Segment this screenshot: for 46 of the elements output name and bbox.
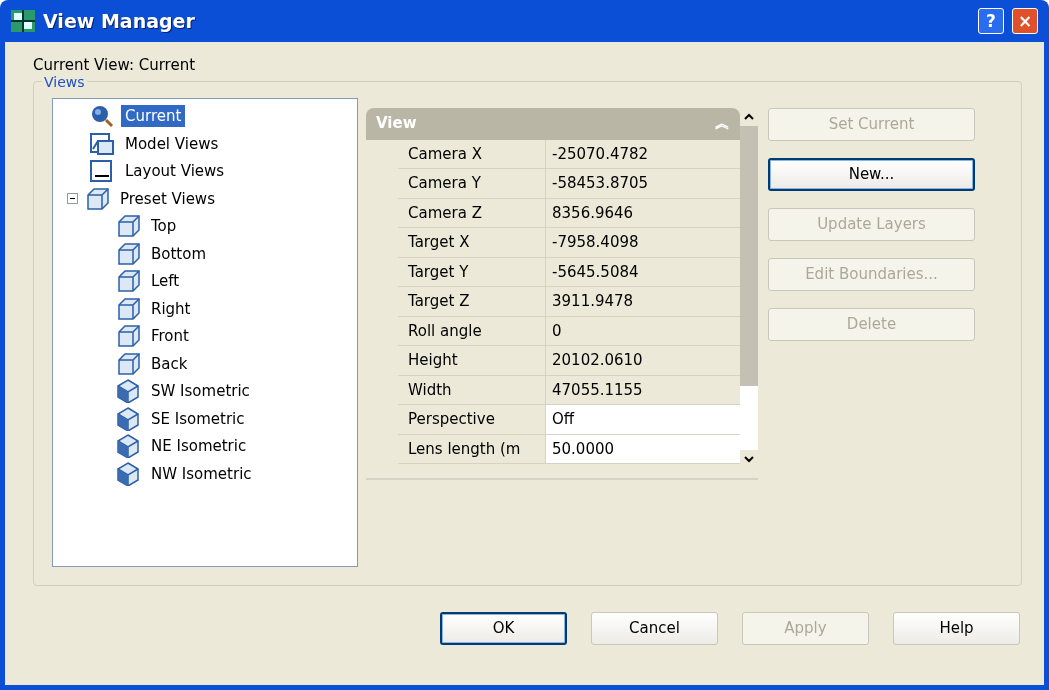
tree-item[interactable]: NE Isometric — [147, 435, 251, 458]
cube-icon — [115, 379, 141, 404]
tree-item[interactable]: Layout Views — [121, 160, 229, 183]
tree-item[interactable]: Preset Views — [116, 187, 219, 210]
dialog-button: Apply — [742, 611, 869, 645]
cube-icon — [115, 269, 141, 294]
cube-icon — [115, 241, 141, 266]
tree-item[interactable]: Current — [121, 105, 186, 128]
tree-item[interactable]: Left — [147, 270, 184, 293]
cube-icon — [115, 296, 141, 321]
window-icon — [89, 131, 115, 156]
help-button[interactable]: ? — [978, 8, 1004, 34]
property-value[interactable]: Off — [546, 405, 740, 434]
dialog-button[interactable]: Help — [893, 611, 1020, 645]
tree-item[interactable]: Top — [147, 215, 181, 238]
dialog-button[interactable]: New... — [768, 157, 975, 191]
cube-icon — [115, 324, 141, 349]
cube-icon — [115, 461, 141, 486]
dialog-button[interactable]: OK — [440, 611, 567, 645]
property-value[interactable]: 50.0000 — [546, 434, 740, 463]
tree-item[interactable]: Bottom — [147, 242, 211, 265]
sheet-icon — [89, 159, 115, 184]
cube-icon — [115, 434, 141, 459]
cube-icon — [115, 214, 141, 239]
dialog-button: Edit Boundaries... — [768, 257, 975, 291]
dialog-button[interactable]: Cancel — [591, 611, 718, 645]
magnifier-icon — [89, 104, 115, 129]
app-icon — [11, 10, 35, 32]
section-title: View — [376, 113, 417, 135]
scroll-thumb[interactable] — [740, 125, 758, 386]
cube-icon — [115, 351, 141, 376]
dialog-button: Update Layers — [768, 207, 975, 241]
tree-item[interactable]: Front — [147, 325, 193, 348]
tree-item[interactable]: SW Isometric — [147, 380, 254, 403]
tree-item[interactable]: Model Views — [121, 132, 223, 155]
cube-icon — [115, 406, 141, 431]
tree-item[interactable]: NW Isometric — [147, 462, 256, 485]
dialog-button: Delete — [768, 307, 975, 341]
tree-item[interactable]: Back — [147, 352, 192, 375]
collapse-icon[interactable] — [67, 193, 78, 205]
tree-item[interactable]: Right — [147, 297, 195, 320]
tree-item[interactable]: SE Isometric — [147, 407, 249, 430]
cube-icon — [84, 186, 110, 211]
dialog-button: Set Current — [768, 107, 975, 141]
window-title: View Manager — [43, 8, 195, 34]
close-button[interactable]: × — [1012, 8, 1038, 34]
